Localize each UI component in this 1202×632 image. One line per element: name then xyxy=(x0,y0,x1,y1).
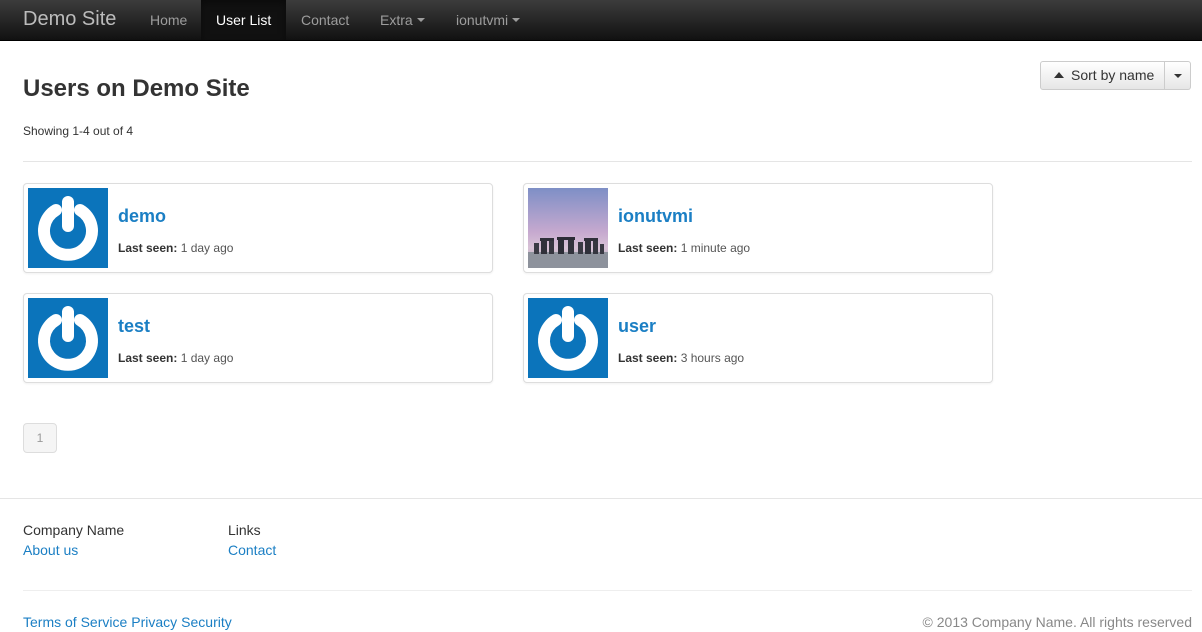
privacy-link[interactable]: Privacy xyxy=(131,614,177,630)
caret-down-icon xyxy=(1174,74,1183,78)
page-title: Users on Demo Site xyxy=(23,75,250,102)
last-seen-value: 1 day ago xyxy=(180,241,234,255)
last-seen: Last seen: 3 hours ago xyxy=(618,351,744,365)
last-seen-value: 1 minute ago xyxy=(680,241,751,255)
last-seen-label: Last seen: xyxy=(118,241,178,255)
sort-button[interactable]: Sort by name xyxy=(1040,61,1166,90)
user-name-link[interactable]: ionutvmi xyxy=(618,206,693,227)
nav-user-dropdown[interactable]: ionutvmi xyxy=(441,0,535,40)
terms-link[interactable]: Terms of Service xyxy=(23,614,127,630)
chevron-up-icon xyxy=(1054,71,1064,78)
user-name-link[interactable]: user xyxy=(618,316,656,337)
divider xyxy=(23,161,1192,162)
caret-down-icon xyxy=(512,18,521,23)
last-seen-label: Last seen: xyxy=(118,351,178,365)
footer-company-heading: Company Name xyxy=(23,522,125,538)
nav-home[interactable]: Home xyxy=(135,0,202,40)
last-seen-value: 1 day ago xyxy=(180,351,234,365)
user-name-link[interactable]: demo xyxy=(118,206,166,227)
footer-bottom-divider xyxy=(23,590,1192,591)
power-icon xyxy=(538,306,598,371)
sort-dropdown-toggle[interactable] xyxy=(1165,61,1192,90)
legal-links: Terms of Service Privacy Security xyxy=(23,614,236,630)
avatar[interactable] xyxy=(28,188,108,268)
nav-extra-dropdown[interactable]: Extra xyxy=(365,0,440,40)
brand-link[interactable]: Demo Site xyxy=(23,8,116,31)
user-name-link[interactable]: test xyxy=(118,316,150,337)
pagination-page-1[interactable]: 1 xyxy=(23,423,57,453)
last-seen: Last seen: 1 day ago xyxy=(118,241,233,255)
sort-button-group: Sort by name xyxy=(1040,61,1192,90)
last-seen: Last seen: 1 day ago xyxy=(118,351,233,365)
user-card: demo Last seen: 1 day ago xyxy=(23,183,493,273)
user-card: user Last seen: 3 hours ago xyxy=(523,293,993,383)
stonehenge-photo xyxy=(528,188,608,268)
user-card: ionutvmi Last seen: 1 minute ago xyxy=(523,183,993,273)
avatar[interactable] xyxy=(528,298,608,378)
power-icon xyxy=(38,196,98,261)
footer-divider xyxy=(0,498,1202,499)
security-link[interactable]: Security xyxy=(181,614,232,630)
nav-contact[interactable]: Contact xyxy=(286,0,364,40)
footer-about-link[interactable]: About us xyxy=(23,542,78,558)
navbar: Demo Site Home User List Contact Extra i… xyxy=(0,0,1202,41)
last-seen-label: Last seen: xyxy=(618,351,678,365)
avatar[interactable] xyxy=(528,188,608,268)
copyright: © 2013 Company Name. All rights reserved xyxy=(922,614,1192,630)
last-seen-value: 3 hours ago xyxy=(680,351,745,365)
nav-extra-label: Extra xyxy=(380,12,413,28)
caret-down-icon xyxy=(416,18,425,23)
results-count: Showing 1-4 out of 4 xyxy=(23,124,134,138)
avatar[interactable] xyxy=(28,298,108,378)
user-card: test Last seen: 1 day ago xyxy=(23,293,493,383)
nav-user-list[interactable]: User List xyxy=(201,0,287,40)
nav-user-label: ionutvmi xyxy=(456,12,509,28)
sort-label: Sort by name xyxy=(1071,67,1155,83)
power-icon xyxy=(38,306,98,371)
last-seen: Last seen: 1 minute ago xyxy=(618,241,750,255)
footer-links-heading: Links xyxy=(228,522,261,538)
last-seen-label: Last seen: xyxy=(618,241,678,255)
footer-contact-link[interactable]: Contact xyxy=(228,542,276,558)
